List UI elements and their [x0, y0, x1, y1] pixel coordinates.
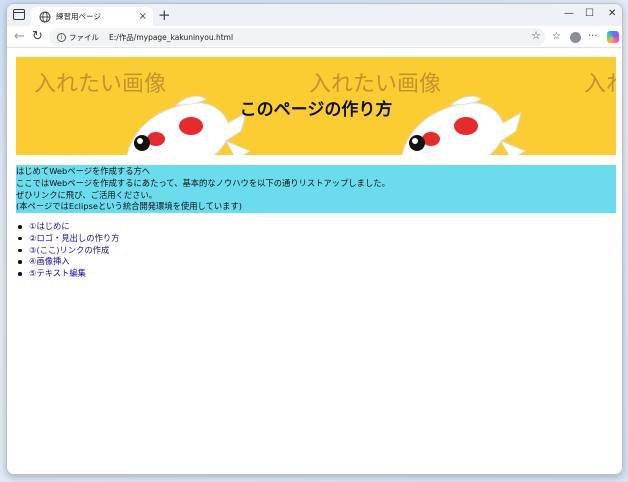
maximize-button[interactable]: ☐ — [585, 8, 594, 20]
list-item: ①はじめに — [16, 221, 119, 233]
tab-current[interactable]: 練習用ページ × — [31, 7, 153, 26]
page-viewport: 入れたい画像 入れたい画像 入れたい画像 このページ — [7, 48, 623, 475]
horizontal-scrollbar[interactable] — [7, 474, 623, 475]
intro-line: はじめてWebページを作成する方へ — [16, 166, 151, 176]
banner-deco-text: 入れたい画像 — [584, 72, 616, 97]
menu-link-intro[interactable]: ①はじめに — [29, 221, 70, 231]
intro-line: ここではWebページを作成するにあたって、基本的なノウハウを以下の通りリストアッ… — [16, 177, 390, 188]
menu-link-images[interactable]: ④画像挿入 — [29, 256, 70, 266]
reload-button[interactable]: ↻ — [32, 29, 43, 45]
favorite-star-icon[interactable]: ☆ — [531, 29, 541, 42]
more-menu-icon[interactable]: ··· — [588, 30, 598, 44]
menu-link-text[interactable]: ⑤テキスト編集 — [29, 268, 86, 278]
browser-toolbar: ← ↻ i ファイル E:/作品/mypage_kakuninyou.html … — [7, 26, 622, 48]
list-item: ③(ここ)リンクの作成 — [16, 245, 119, 257]
intro-line: (本ページではEclipseという統合開発環境を使用しています) — [16, 201, 242, 212]
title-bar: 練習用ページ × + — ☐ ✕ — [7, 4, 622, 26]
intro-line: ぜひリンクに飛び、ご活用ください。 — [16, 189, 158, 200]
favorites-icon[interactable]: ☆ — [552, 30, 561, 44]
intro-box: はじめてWebページを作成する方へ ここではWebページを作成するにあたって、基… — [16, 165, 616, 213]
tab-close-icon[interactable]: × — [139, 11, 147, 22]
globe-icon — [39, 11, 51, 22]
address-url[interactable]: E:/作品/mypage_kakuninyou.html — [109, 32, 233, 43]
address-scheme-label: ファイル — [69, 32, 99, 42]
address-bar[interactable]: i ファイル E:/作品/mypage_kakuninyou.html ☆ — [49, 28, 545, 46]
back-button[interactable]: ← — [14, 29, 25, 45]
info-icon[interactable]: i — [57, 32, 66, 42]
page-title: このページの作り方 — [239, 100, 393, 120]
header-banner: 入れたい画像 入れたい画像 入れたい画像 このページ — [16, 57, 616, 155]
close-window-button[interactable]: ✕ — [608, 8, 616, 20]
page-menu: ①はじめに ②ロゴ・見出しの作り方 ③(ここ)リンクの作成 ④画像挿入 ⑤テキス… — [16, 221, 119, 280]
menu-link-logo[interactable]: ②ロゴ・見出しの作り方 — [29, 233, 119, 243]
minimize-button[interactable]: — — [564, 8, 574, 20]
browser-window: 練習用ページ × + — ☐ ✕ ← ↻ i ファイル E:/作品/mypage… — [6, 3, 623, 475]
copilot-icon[interactable] — [607, 31, 619, 43]
menu-link-links[interactable]: ③(ここ)リンクの作成 — [29, 245, 109, 255]
list-item: ④画像挿入 — [16, 256, 119, 268]
tab-title: 練習用ページ — [56, 12, 101, 21]
list-item: ⑤テキスト編集 — [16, 268, 119, 280]
tab-actions-icon[interactable] — [13, 9, 25, 20]
new-tab-button[interactable]: + — [158, 6, 171, 24]
avatar[interactable] — [570, 32, 581, 43]
list-item: ②ロゴ・見出しの作り方 — [16, 233, 119, 245]
